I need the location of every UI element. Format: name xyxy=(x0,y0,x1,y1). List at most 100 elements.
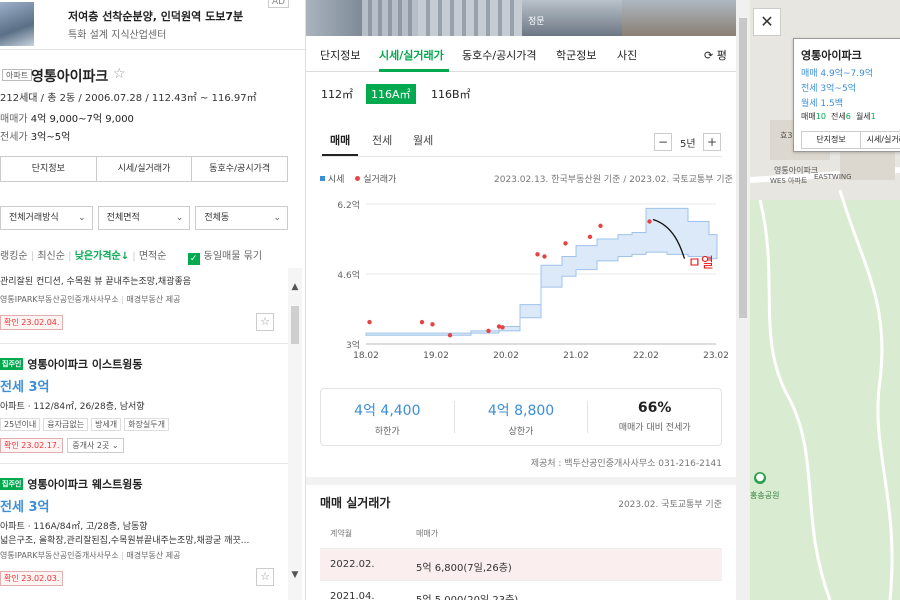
tab-pyeong[interactable]: ⟳ 평 xyxy=(704,47,727,63)
list-item[interactable]: 관리잘된 컨디션, 수목원 뷰 끝내주는조망,채광좋음 영통IPARK부동산공인… xyxy=(0,268,288,344)
trade-month: 2022.02. xyxy=(330,559,375,570)
period-increase-button[interactable]: + xyxy=(703,133,721,151)
jeonse-price-label: 전세가 xyxy=(0,132,28,143)
chevron-down-icon: ⌄ xyxy=(175,213,184,223)
trade-tab-sale[interactable]: 매매 xyxy=(330,132,350,148)
scroll-down-icon[interactable]: ▼ xyxy=(288,570,302,580)
photo-thumbnail[interactable]: 정문 xyxy=(522,0,622,36)
tab-price-history[interactable]: 시세/실거래가 xyxy=(379,47,444,63)
tab-unit-price[interactable]: 동호수/공시가격 xyxy=(462,47,537,63)
tab-school[interactable]: 학군정보 xyxy=(556,47,596,63)
divider xyxy=(320,156,722,157)
listing-agency: 영통IPARK부동산공인중개사사무소 | 매경부동산 제공 xyxy=(0,295,181,304)
photo-thumbnail[interactable] xyxy=(622,0,736,36)
listing-list: 관리잘된 컨디션, 수목원 뷰 끝내주는조망,채광좋음 영통IPARK부동산공인… xyxy=(0,268,288,600)
favorite-star-icon[interactable]: ☆ xyxy=(256,568,274,586)
trade-price: 5억 5,000(20일,23층) xyxy=(416,591,518,600)
list-item[interactable]: 집주인 영통아이파크 웨스트윙동 전세 3억 아파트 · 116A/84㎡, 고/… xyxy=(0,464,288,600)
tab-complex-info[interactable]: 단지정보 xyxy=(320,47,360,63)
count-label: 월세 xyxy=(855,112,871,121)
unit-price-button[interactable]: 동호수/공시가격 xyxy=(192,157,287,181)
photo-thumbnail[interactable] xyxy=(306,0,362,36)
close-icon: ✕ xyxy=(760,12,774,31)
trade-tab-jeonse[interactable]: 전세 xyxy=(372,132,392,148)
price-chart[interactable]: 6.2억 4.6억 3억18.02 19.02 20.02 21.02 22.02 23.02… xyxy=(306,188,736,368)
photo-thumbnail[interactable] xyxy=(362,0,418,36)
x-tick-label: 23.02 xyxy=(703,351,729,361)
annotation-label: ㅁ열 xyxy=(688,255,714,271)
popup-jeonse: 전세 3억~5억 xyxy=(801,84,856,94)
sale-price-value: 4억 9,000~7억 9,000 xyxy=(30,114,134,125)
trade-type-filter[interactable]: 전체거래방식 ⌄ xyxy=(0,206,93,230)
park-pin-icon[interactable]: ● xyxy=(754,472,766,484)
size-option-116b[interactable]: 116B㎡ xyxy=(426,84,476,104)
x-tick-label: 19.02 xyxy=(423,351,449,361)
jeonse-ratio-value: 66% xyxy=(637,400,672,416)
area-filter[interactable]: 전체면적 ⌄ xyxy=(97,206,191,230)
listing-spec: 아파트 · 116A/84㎡, 고/28층, 남동향 xyxy=(0,522,148,532)
actual-price-point xyxy=(542,254,547,259)
brokers-dropdown[interactable]: 중개사 2곳 ⌄ xyxy=(67,438,124,453)
confirmed-date: 확인 23.02.17. xyxy=(0,438,64,453)
actual-price-point xyxy=(430,322,435,327)
table-row[interactable]: 2022.02. 5억 6,800(7일,26층) xyxy=(320,549,722,581)
period-decrease-button[interactable]: − xyxy=(654,133,672,151)
area-filter-label: 전체면적 xyxy=(106,213,140,223)
same-listing-label[interactable]: 동일매물 묶기 xyxy=(204,251,262,262)
listing-price: 전세 3억 xyxy=(0,500,50,515)
building-filter-label: 전체동 xyxy=(204,213,230,223)
count-value: 6 xyxy=(845,112,851,121)
real-trades-title: 매매 실거래가 xyxy=(320,496,391,510)
photo-thumbnail[interactable] xyxy=(418,0,522,36)
size-option-116a[interactable]: 116A㎡ xyxy=(366,84,416,104)
photo-strip[interactable]: 정문 xyxy=(306,0,736,36)
pyeong-toggle-label: 평 xyxy=(716,49,727,62)
sort-ranking[interactable]: 랭킹순 xyxy=(0,251,28,262)
close-button[interactable]: ✕ xyxy=(753,8,781,36)
listing-title[interactable]: 영통아이파크 웨스트윙동 xyxy=(27,478,142,491)
popup-info-button[interactable]: 단지정보 xyxy=(802,132,861,148)
legend-price-swatch xyxy=(320,176,325,181)
ad-banner[interactable]: 저여층 선착순분양, 인덕원역 도보7분 특화 설계 지식산업센터 AD xyxy=(0,0,305,50)
section-separator xyxy=(306,477,736,485)
chevron-down-icon: ⌄ xyxy=(273,213,282,223)
favorite-star-icon[interactable]: ☆ xyxy=(113,66,126,82)
sort-row: 랭킹순 | 최신순 | 낮은가격순↓ | 면적순 ✓ 동일매물 묶기 xyxy=(0,251,263,265)
data-provider: 제공처 : 백두산공인중개사사무소 031-216-2141 xyxy=(530,459,722,469)
sort-latest[interactable]: 최신순 xyxy=(37,251,65,262)
x-tick-label: 18.02 xyxy=(353,351,379,361)
actual-price-point xyxy=(598,223,603,229)
listing-description: 관리잘된 컨디션, 수목원 뷰 끝내주는조망,채광좋음 xyxy=(0,277,192,287)
price-band xyxy=(365,207,718,336)
favorite-star-icon[interactable]: ☆ xyxy=(256,313,274,331)
actual-price-point xyxy=(500,325,505,330)
tab-photos[interactable]: 사진 xyxy=(617,47,637,63)
listing-title[interactable]: 영통아이파크 이스트윙동 xyxy=(27,358,142,371)
list-item[interactable]: 집주인 영통아이파크 이스트윙동 전세 3억 아파트 · 112/84㎡, 26/… xyxy=(0,344,288,464)
checkbox-checked-icon[interactable]: ✓ xyxy=(187,253,200,265)
building-filter[interactable]: 전체동 ⌄ xyxy=(195,206,289,230)
table-row[interactable]: 2021.04. 5억 5,000(20일,23층) xyxy=(320,581,722,600)
feature-tag: 방세개 xyxy=(91,418,122,431)
sort-area[interactable]: 면적순 xyxy=(139,251,167,262)
scroll-up-icon[interactable]: ▲ xyxy=(288,282,302,292)
scrollbar-thumb[interactable] xyxy=(739,18,747,318)
map-popup[interactable]: 영통아이파크 매매 4.9억~7.9억 전세 3억~5억 월세 1.5백 매매1… xyxy=(793,38,900,152)
provider-name: 매경부동산 제공 xyxy=(126,551,181,560)
chevron-down-icon: ⌄ xyxy=(111,441,119,450)
size-option-112[interactable]: 112㎡ xyxy=(316,84,358,104)
complex-sale-price: 매매가 4억 9,000~7억 9,000 xyxy=(0,110,134,125)
sort-lowest-price[interactable]: 낮은가격순↓ xyxy=(75,251,129,262)
listing-description: 넓은구조, 올확장,관리잘된집,수목원뷰끝내주는조망,채광굳 깨끗... xyxy=(0,536,250,546)
trade-type-filter-label: 전체거래방식 xyxy=(9,213,59,223)
ad-title[interactable]: 저여층 선착순분양, 인덕원역 도보7분 xyxy=(68,8,243,24)
listing-panel: 저여층 선착순분양, 인덕원역 도보7분 특화 설계 지식산업센터 AD 아파트… xyxy=(0,0,306,600)
trade-tab-monthly[interactable]: 월세 xyxy=(413,132,433,148)
popup-price-button[interactable]: 시세/실거래가 xyxy=(861,132,900,148)
provider-name: 매경부동산 제공 xyxy=(126,295,181,304)
lower-price-label: 하한가 xyxy=(374,427,400,437)
price-history-button[interactable]: 시세/실거래가 xyxy=(97,157,193,181)
complex-info-button[interactable]: 단지정보 xyxy=(1,157,97,181)
detail-tabs: 단지정보 시세/실거래가 동호수/공시가격 학군정보 사진 ⟳ 평 xyxy=(306,36,736,72)
scrollbar-thumb[interactable] xyxy=(291,306,299,344)
